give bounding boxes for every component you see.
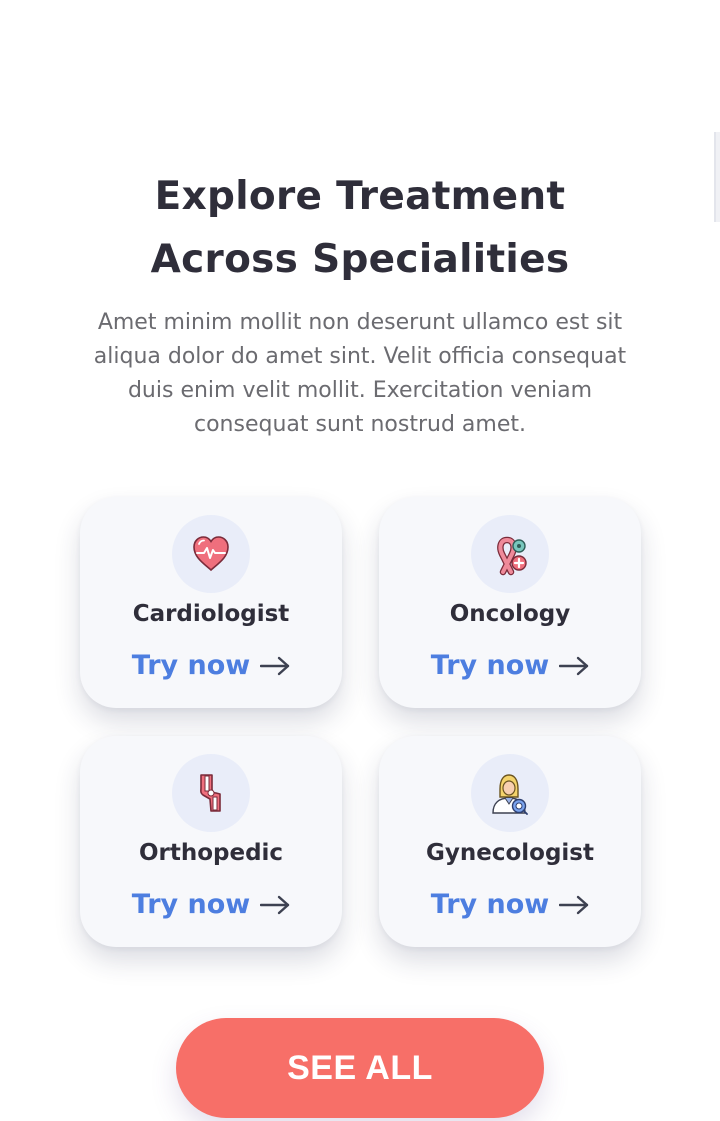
- try-now-link[interactable]: Try now: [379, 887, 641, 923]
- arrow-right-icon: [559, 656, 589, 676]
- specialty-card-cardiologist: Cardiologist Try now: [80, 497, 342, 708]
- section-title: Explore Treatment Across Specialities: [0, 165, 720, 291]
- try-now-link[interactable]: Try now: [80, 648, 342, 684]
- icon-circle: [172, 515, 250, 593]
- section-description: Amet minim mollit non deserunt ullamco e…: [93, 310, 627, 437]
- heart-pulse-icon: [193, 536, 229, 572]
- arrow-right-icon: [260, 895, 290, 915]
- see-all-button[interactable]: SEE ALL: [176, 1018, 544, 1118]
- arrow-right-icon: [559, 895, 589, 915]
- try-now-label: Try now: [131, 889, 251, 920]
- icon-circle: [471, 515, 549, 593]
- card-title: Cardiologist: [132, 601, 290, 627]
- try-now-label: Try now: [131, 650, 251, 681]
- specialty-card-oncology: Oncology Try now: [379, 497, 641, 708]
- section-title-line-1: Explore Treatment: [154, 174, 566, 219]
- try-now-link[interactable]: Try now: [80, 887, 342, 923]
- card-title: Oncology: [449, 601, 571, 627]
- icon-circle: [172, 754, 250, 832]
- arrow-right-icon: [260, 656, 290, 676]
- section-title-line-2: Across Specialities: [150, 237, 570, 282]
- try-now-link[interactable]: Try now: [379, 648, 641, 684]
- icon-circle: [471, 754, 549, 832]
- specialty-card-orthopedic: Orthopedic Try now: [80, 736, 342, 947]
- card-title: Gynecologist: [426, 840, 594, 866]
- specialty-card-gynecologist: Gynecologist Try now: [379, 736, 641, 947]
- cancer-ribbon-icon: [497, 536, 527, 576]
- female-doctor-icon: [492, 774, 528, 815]
- card-title: Orthopedic: [138, 840, 284, 866]
- try-now-label: Try now: [430, 889, 550, 920]
- specialities-section: Explore Treatment Across Specialities Am…: [0, 0, 720, 1121]
- knee-joint-icon: [200, 774, 221, 812]
- try-now-label: Try now: [430, 650, 550, 681]
